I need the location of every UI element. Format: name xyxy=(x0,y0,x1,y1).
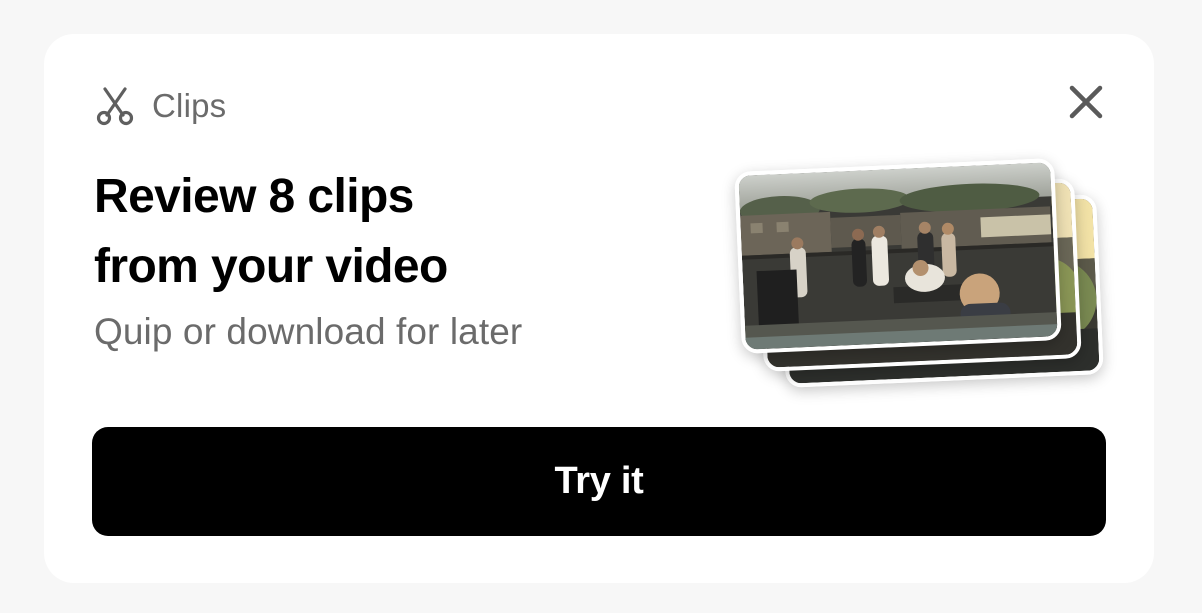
try-it-button[interactable]: Try it xyxy=(92,427,1106,536)
card-header: Clips xyxy=(96,84,226,128)
headline-line-2: from your video xyxy=(94,240,448,293)
close-button[interactable] xyxy=(1066,82,1106,122)
clips-promo-card: Clips Review 8 clips from your video Qui… xyxy=(44,34,1154,583)
headline: Review 8 clips from your video xyxy=(94,162,654,302)
subtitle: Quip or download for later xyxy=(94,311,523,352)
close-icon xyxy=(1069,85,1103,119)
scissors-icon xyxy=(96,87,134,126)
clips-label: Clips xyxy=(152,87,227,124)
clip-thumbnail-stack xyxy=(734,158,1114,394)
headline-line-1: Review 8 clips xyxy=(94,170,414,223)
try-it-label: Try it xyxy=(554,460,644,502)
clip-thumbnail-front xyxy=(734,158,1062,354)
